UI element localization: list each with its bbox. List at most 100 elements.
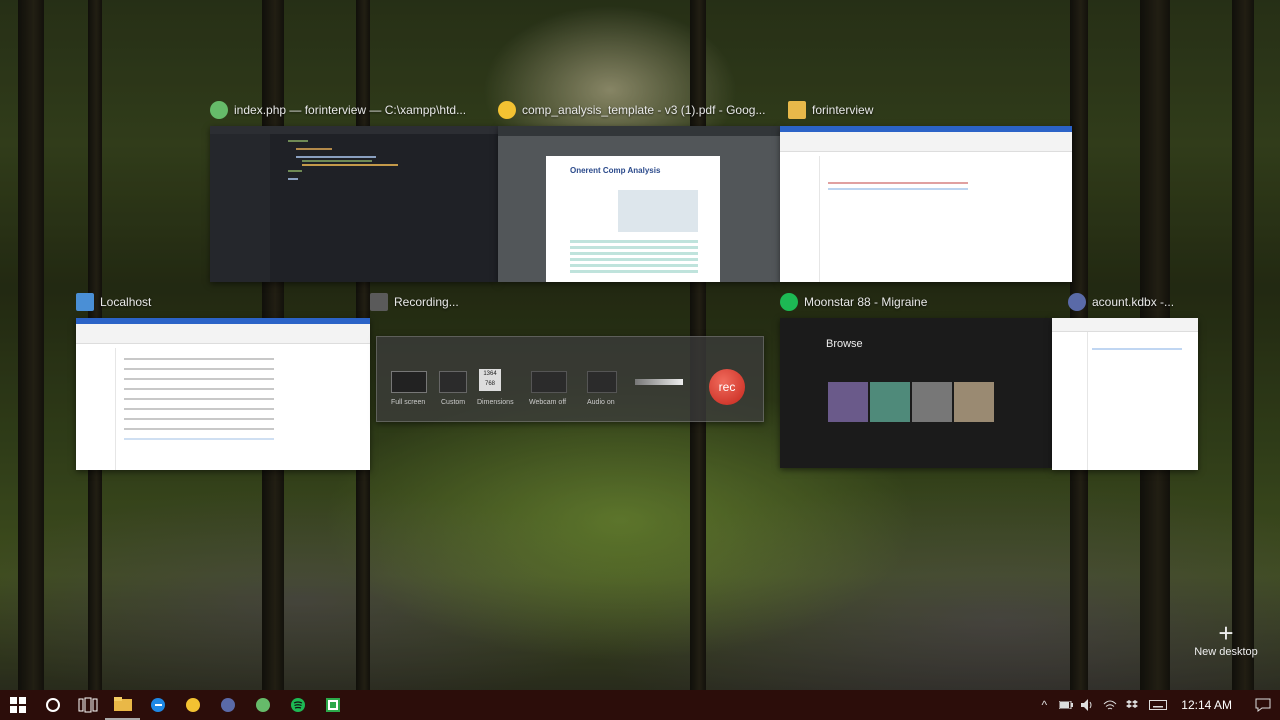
window-thumbnail[interactable]: [780, 126, 1072, 282]
wifi-icon[interactable]: [1099, 690, 1121, 720]
taskbar: ^ 12:14 AM: [0, 690, 1280, 720]
file-row: [124, 358, 274, 360]
chevron-up-icon[interactable]: ^: [1033, 690, 1055, 720]
full-screen-button[interactable]: [391, 371, 427, 393]
entry-row: [1092, 348, 1182, 350]
file-row: [124, 428, 274, 430]
dropbox-icon[interactable]: [1121, 690, 1143, 720]
file-row: [124, 398, 274, 400]
audio-label: Audio on: [587, 399, 615, 406]
window-title-bar: Recording...: [370, 292, 764, 312]
atom-icon[interactable]: [245, 690, 280, 720]
webcam-toggle[interactable]: [531, 371, 567, 393]
keepass-toolbar: [1052, 318, 1198, 332]
file-row: [828, 182, 968, 184]
window-thumbnail[interactable]: 1364 768 Full screen Custom Dimensions W…: [376, 336, 764, 422]
window-title: Recording...: [394, 295, 459, 309]
file-row: [124, 388, 274, 390]
cortana-icon[interactable]: [35, 690, 70, 720]
window-title: acount.kdbx -...: [1092, 295, 1175, 309]
new-desktop-button[interactable]: + New desktop: [1192, 620, 1260, 658]
full-screen-label: Full screen: [391, 399, 426, 406]
keepass-icon[interactable]: [210, 690, 245, 720]
window-title-bar: comp_analysis_template - v3 (1).pdf - Go…: [498, 100, 780, 120]
album-cover[interactable]: [870, 382, 910, 422]
new-desktop-label: New desktop: [1194, 646, 1258, 658]
keyboard-icon[interactable]: [1143, 690, 1173, 720]
pdf-page: Onerent Comp Analysis: [546, 156, 720, 282]
window-thumbnail[interactable]: [1052, 318, 1198, 470]
code-line: [302, 164, 398, 166]
custom-label: Custom: [441, 399, 466, 406]
window-editor[interactable]: index.php — forinterview — C:\xampp\htd.…: [210, 100, 498, 284]
pdf-table: [570, 240, 698, 276]
chrome-icon: [498, 101, 516, 119]
width-value: 1364: [483, 371, 497, 377]
window-pdf[interactable]: comp_analysis_template - v3 (1).pdf - Go…: [498, 100, 780, 284]
file-row: [124, 418, 274, 420]
height-value: 768: [484, 381, 495, 387]
dimensions-box[interactable]: 1364 768: [479, 369, 501, 391]
code-line: [296, 148, 332, 150]
window-title-bar: index.php — forinterview — C:\xampp\htd.…: [210, 100, 498, 120]
file-explorer-icon[interactable]: [105, 690, 140, 720]
window-keepass[interactable]: acount.kdbx -...: [1052, 292, 1198, 470]
window-title-bar: Localhost: [76, 292, 370, 312]
file-row: [124, 368, 274, 370]
window-thumbnail[interactable]: Browse: [780, 318, 1052, 468]
explorer-ribbon: [780, 132, 1072, 152]
code-line: [288, 140, 308, 142]
browser-toolbar: [498, 126, 780, 136]
window-explorer-localhost[interactable]: Localhost: [76, 292, 370, 470]
spotify-icon: [780, 293, 798, 311]
album-cover[interactable]: [912, 382, 952, 422]
volume-icon[interactable]: [1077, 690, 1099, 720]
window-title: comp_analysis_template - v3 (1).pdf - Go…: [522, 103, 766, 117]
window-title: index.php — forinterview — C:\xampp\htd.…: [234, 103, 467, 117]
drive-icon: [76, 293, 94, 311]
action-center-icon[interactable]: [1246, 690, 1280, 720]
folder-icon: [788, 101, 806, 119]
dimensions-label: Dimensions: [477, 399, 514, 406]
file-row: [828, 188, 968, 190]
chrome-icon[interactable]: [175, 690, 210, 720]
window-spotify[interactable]: Moonstar 88 - Migraine Browse: [780, 292, 1052, 468]
audio-toggle[interactable]: [587, 371, 617, 393]
taskbar-clock[interactable]: 12:14 AM: [1173, 698, 1246, 712]
album-cover[interactable]: [954, 382, 994, 422]
task-view-icon[interactable]: [70, 690, 105, 720]
window-title: forinterview: [812, 103, 874, 117]
edge-icon[interactable]: [140, 690, 175, 720]
window-title-bar: acount.kdbx -...: [1068, 292, 1198, 312]
code-line: [296, 156, 376, 158]
file-row: [124, 438, 274, 440]
system-tray: ^ 12:14 AM: [1033, 690, 1280, 720]
navigation-pane: [76, 348, 116, 470]
editor-tab-bar: [210, 126, 498, 134]
camtasia-icon[interactable]: [315, 690, 350, 720]
window-thumbnail[interactable]: [76, 318, 370, 470]
window-title-bar: Moonstar 88 - Migraine: [780, 292, 1052, 312]
spotify-icon[interactable]: [280, 690, 315, 720]
navigation-pane: [780, 156, 820, 282]
audio-level-slider[interactable]: [635, 379, 683, 385]
window-recording[interactable]: Recording... 1364 768 Full screen Custom…: [370, 292, 764, 424]
pdf-page-heading: Onerent Comp Analysis: [570, 166, 661, 175]
browse-heading: Browse: [826, 338, 863, 350]
custom-button[interactable]: [439, 371, 467, 393]
album-cover[interactable]: [828, 382, 868, 422]
window-explorer-forinterview[interactable]: forinterview: [780, 100, 1072, 284]
window-thumbnail[interactable]: Onerent Comp Analysis: [498, 126, 780, 282]
battery-icon[interactable]: [1055, 690, 1077, 720]
file-row: [124, 378, 274, 380]
code-line: [288, 170, 302, 172]
window-thumbnail[interactable]: [210, 126, 498, 282]
file-row: [124, 408, 274, 410]
start-icon[interactable]: [0, 690, 35, 720]
camtasia-icon: [370, 293, 388, 311]
explorer-ribbon: [76, 324, 370, 344]
window-title: Localhost: [100, 295, 152, 309]
code-line: [302, 160, 372, 162]
keepass-icon: [1068, 293, 1086, 311]
record-button[interactable]: rec: [709, 369, 745, 405]
